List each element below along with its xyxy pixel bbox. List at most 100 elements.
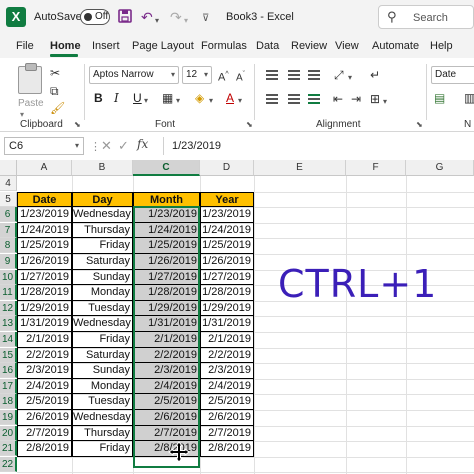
column-header-a[interactable]: A [17, 160, 72, 176]
table-cell[interactable]: 2/3/2019 [200, 363, 254, 379]
shrink-font-icon[interactable]: Aˇ [236, 68, 245, 85]
undo-dropdown-icon[interactable]: ▾ [155, 13, 159, 29]
table-header-cell[interactable]: Year [200, 191, 254, 208]
table-cell[interactable]: 2/6/2019 [133, 410, 200, 426]
table-cell[interactable]: Saturday [72, 347, 133, 364]
table-cell[interactable]: Tuesday [72, 300, 133, 317]
row-header[interactable]: 6 [0, 207, 17, 223]
format-painter-icon[interactable]: 🖌 [50, 101, 65, 115]
tab-data[interactable]: Data [256, 40, 279, 52]
table-header-cell[interactable]: Date [17, 191, 72, 208]
table-cell[interactable]: 2/2/2019 [200, 347, 254, 364]
row-header[interactable]: 22 [0, 456, 17, 472]
percent-style-icon[interactable]: ▥ [464, 91, 474, 105]
font-expander-icon[interactable]: ⬊ [246, 120, 253, 129]
table-cell[interactable]: 1/26/2019 [133, 254, 200, 270]
fill-color-icon[interactable]: ◈ [195, 91, 204, 105]
tab-view[interactable]: View [335, 40, 359, 52]
table-cell[interactable]: 2/2/2019 [133, 347, 200, 364]
wrap-text-icon[interactable]: ↵ [370, 68, 380, 82]
fill-color-dropdown-icon[interactable]: ▾ [209, 94, 213, 108]
row-header[interactable]: 15 [0, 347, 17, 363]
table-cell[interactable]: 2/5/2019 [200, 394, 254, 410]
table-cell[interactable]: 2/7/2019 [17, 425, 72, 442]
row-header[interactable]: 7 [0, 222, 17, 238]
redo-icon[interactable]: ↷ [170, 9, 182, 25]
redo-dropdown-icon[interactable]: ▾ [184, 13, 188, 29]
middle-align-icon[interactable] [288, 70, 300, 80]
decrease-indent-icon[interactable]: ⇤ [333, 92, 343, 106]
tab-file[interactable]: File [16, 40, 34, 52]
italic-button[interactable]: I [114, 91, 119, 105]
table-cell[interactable]: 1/26/2019 [17, 254, 72, 270]
table-cell[interactable]: Friday [72, 238, 133, 254]
table-cell[interactable]: 1/25/2019 [17, 238, 72, 254]
undo-icon[interactable]: ↶ [141, 9, 153, 25]
table-cell[interactable]: 1/23/2019 [17, 207, 72, 223]
table-cell[interactable]: 1/29/2019 [17, 300, 72, 317]
bold-button[interactable]: B [94, 91, 103, 105]
table-cell[interactable]: Sunday [72, 269, 133, 286]
table-cell[interactable]: 2/5/2019 [17, 394, 72, 410]
table-cell[interactable]: Saturday [72, 254, 133, 270]
table-cell[interactable]: Wednesday [72, 410, 133, 426]
row-header[interactable]: 17 [0, 378, 17, 394]
row-header[interactable]: 14 [0, 332, 17, 347]
column-header-b[interactable]: B [72, 160, 133, 176]
table-cell[interactable]: 1/28/2019 [17, 285, 72, 301]
top-align-icon[interactable] [266, 70, 278, 80]
table-cell[interactable]: 1/25/2019 [133, 238, 200, 254]
tab-home[interactable]: Home [50, 40, 81, 52]
enter-icon[interactable]: ✓ [118, 138, 129, 154]
table-cell[interactable]: 1/23/2019 [133, 207, 200, 223]
table-cell[interactable]: Wednesday [72, 207, 133, 223]
accounting-format-icon[interactable]: ▤ [434, 91, 445, 105]
cut-icon[interactable]: ✂ [50, 66, 60, 80]
underline-button[interactable]: U [133, 91, 142, 105]
clipboard-expander-icon[interactable]: ⬊ [74, 120, 81, 129]
table-cell[interactable]: 1/24/2019 [17, 222, 72, 239]
row-header[interactable]: 21 [0, 441, 17, 457]
table-cell[interactable]: 2/4/2019 [133, 378, 200, 395]
table-cell[interactable]: 2/7/2019 [133, 425, 200, 442]
table-cell[interactable]: 2/4/2019 [17, 378, 72, 395]
table-cell[interactable]: Wednesday [72, 316, 133, 332]
row-header[interactable]: 18 [0, 394, 17, 410]
merge-center-icon[interactable]: ⊞ [370, 92, 380, 106]
table-cell[interactable]: Thursday [72, 425, 133, 442]
row-header[interactable]: 4 [0, 176, 17, 191]
tab-review[interactable]: Review [291, 40, 327, 52]
table-cell[interactable]: 2/1/2019 [200, 332, 254, 348]
font-color-dropdown-icon[interactable]: ▾ [238, 94, 242, 108]
grow-font-icon[interactable]: A^ [218, 68, 229, 85]
tab-automate[interactable]: Automate [372, 40, 419, 52]
table-cell[interactable]: 1/23/2019 [200, 207, 254, 223]
table-cell[interactable]: 2/4/2019 [200, 378, 254, 395]
merge-dropdown-icon[interactable]: ▾ [383, 95, 387, 109]
alignment-expander-icon[interactable]: ⬊ [416, 120, 423, 129]
column-header-d[interactable]: D [200, 160, 254, 176]
table-cell[interactable]: Thursday [72, 222, 133, 239]
autosave-toggle[interactable]: Off [80, 9, 110, 25]
worksheet-grid[interactable]: A B C D E F G 4 5 6 7 8 9 10 11 12 13 14 15 16 17 18 19… [0, 160, 474, 474]
tab-page-layout[interactable]: Page Layout [132, 40, 194, 52]
font-color-icon[interactable]: A [226, 91, 234, 105]
row-header[interactable]: 13 [0, 316, 17, 332]
table-header-cell[interactable]: Day [72, 191, 133, 208]
table-cell[interactable]: 1/28/2019 [133, 285, 200, 301]
table-cell[interactable]: Sunday [72, 363, 133, 379]
align-right-icon[interactable] [308, 94, 320, 104]
orientation-dropdown-icon[interactable]: ▾ [348, 71, 352, 85]
font-name-select[interactable]: Aptos Narrow ▾ [89, 66, 179, 84]
tab-formulas[interactable]: Formulas [201, 40, 247, 52]
save-icon[interactable] [118, 9, 132, 26]
table-cell[interactable]: Friday [72, 441, 133, 457]
table-cell[interactable]: 1/31/2019 [17, 316, 72, 332]
table-cell[interactable]: 1/26/2019 [200, 254, 254, 270]
table-cell[interactable]: 2/1/2019 [17, 332, 72, 348]
table-cell[interactable]: 1/24/2019 [200, 222, 254, 239]
row-header[interactable]: 5 [0, 191, 17, 207]
table-cell[interactable]: 1/24/2019 [133, 222, 200, 239]
copy-icon[interactable]: ⧉ [50, 84, 59, 98]
formula-input[interactable]: 1/23/2019 [163, 137, 474, 155]
